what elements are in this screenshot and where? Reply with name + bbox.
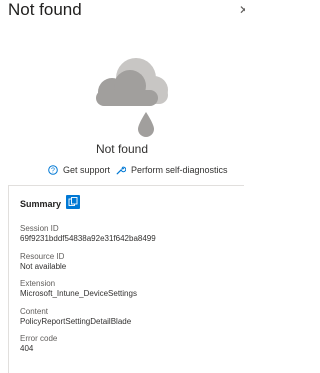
- cloud-with-droplet-icon: [92, 56, 172, 140]
- summary-title: Summary: [20, 199, 62, 209]
- copy-button[interactable]: [66, 195, 80, 209]
- svg-text:?: ?: [51, 168, 55, 175]
- help-circle-icon: ?: [48, 165, 58, 175]
- content-label: Content: [20, 307, 49, 316]
- resource-id-label: Resource ID: [20, 252, 65, 261]
- summary-panel: Summary Session ID 69f9231bddf54838a92e3…: [8, 185, 244, 373]
- self-diagnostics-link[interactable]: Perform self-diagnostics: [116, 162, 228, 178]
- error-code-value: 404: [20, 344, 34, 353]
- action-links: ? Get support Perform self-diagnostics: [0, 162, 244, 178]
- session-id-label: Session ID: [20, 224, 59, 233]
- get-support-label: Get support: [63, 165, 111, 175]
- copy-icon: [68, 197, 78, 206]
- error-code-label: Error code: [20, 334, 58, 343]
- get-support-link[interactable]: ? Get support: [48, 162, 110, 178]
- resource-id-value: Not available: [20, 262, 67, 271]
- self-diagnostics-label: Perform self-diagnostics: [131, 165, 228, 175]
- session-id-value: 69f9231bddf54838a92e31f642ba8499: [20, 234, 156, 243]
- extension-label: Extension: [20, 279, 56, 288]
- page-title: Not found: [8, 0, 82, 19]
- close-icon[interactable]: ✕: [239, 3, 245, 17]
- status-message: Not found: [95, 142, 149, 156]
- wrench-icon: [116, 166, 126, 175]
- content-value: PolicyReportSettingDetailBlade: [20, 317, 132, 326]
- extension-value: Microsoft_Intune_DeviceSettings: [20, 289, 137, 298]
